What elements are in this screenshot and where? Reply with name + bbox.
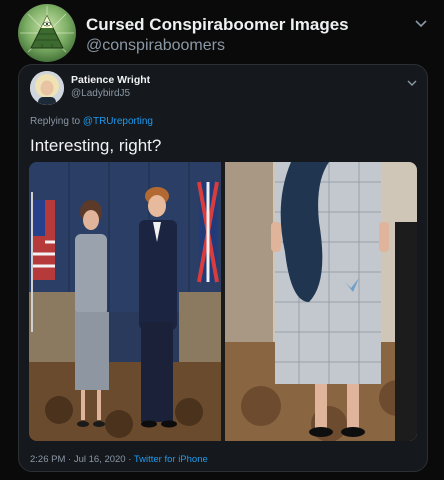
avatar[interactable] [18,4,76,62]
timestamp[interactable]: 2:26 PM · Jul 16, 2020 · [30,454,134,465]
user-handle[interactable]: @LadybirdJ5 [71,88,130,99]
avatar[interactable] [30,71,64,105]
profile-photo-icon [30,71,64,105]
chevron-down-icon[interactable] [407,75,417,86]
replying-label: Replying to [30,116,83,127]
source-label[interactable]: Twitter for iPhone [134,454,208,465]
user-handle[interactable]: @conspiraboomers [86,37,225,55]
display-name[interactable]: Cursed Conspiraboomer Images [86,15,349,35]
display-name[interactable]: Patience Wright [71,74,150,86]
tweet-text: Interesting, right? [30,136,162,155]
quoted-tweet-card[interactable]: Patience Wright @LadybirdJ5 Replying to … [18,64,428,472]
tweet-photo[interactable] [29,162,417,441]
replying-to-line: Replying to @TRUreporting [30,116,153,127]
tweet-metadata: 2:26 PM · Jul 16, 2020 · Twitter for iPh… [30,454,208,465]
replying-to-link[interactable]: @TRUreporting [83,116,153,127]
illuminati-eye-pyramid-icon [20,6,74,53]
chevron-down-icon[interactable] [414,16,428,30]
photo-collage-image [29,162,417,441]
tweet-header: Cursed Conspiraboomer Images @conspirabo… [18,4,430,62]
